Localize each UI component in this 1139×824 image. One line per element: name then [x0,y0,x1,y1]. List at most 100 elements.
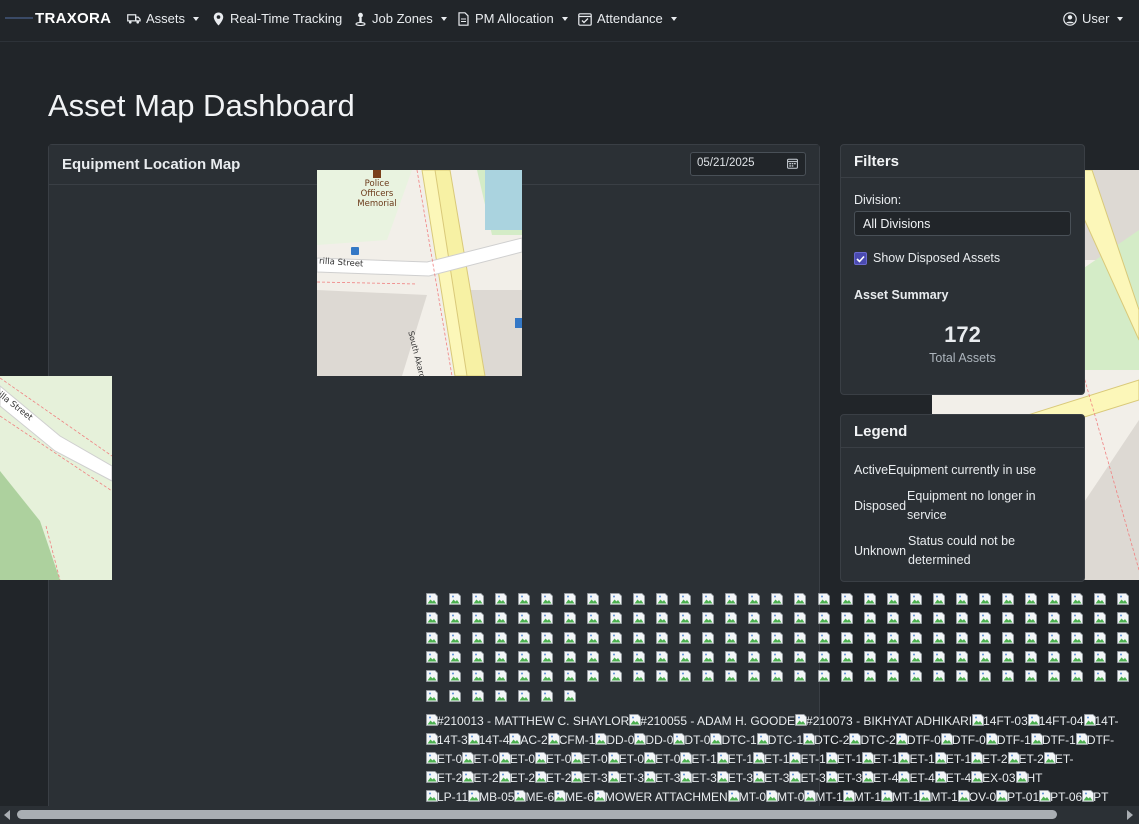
horizontal-scrollbar[interactable] [0,806,1139,824]
marker-label[interactable]: 14FT-04 [1039,714,1084,728]
date-picker-input[interactable]: 05/21/2025 [690,152,806,176]
marker-label[interactable]: DD-0 [645,733,673,747]
broken-image-icon[interactable] [656,669,668,682]
broken-image-icon[interactable] [541,650,553,663]
marker-label[interactable]: ET-4 [909,771,934,785]
scrollbar-thumb[interactable] [17,810,1057,819]
broken-image-icon[interactable] [818,669,830,682]
broken-image-icon[interactable] [794,650,806,663]
broken-image-icon[interactable] [979,669,991,682]
show-disposed-checkbox[interactable] [854,252,867,265]
broken-image-icon[interactable] [541,611,553,624]
marker-label[interactable]: ET-2 [473,771,498,785]
broken-image-icon[interactable] [956,669,968,682]
broken-image-icon[interactable] [449,669,461,682]
broken-image-icon[interactable] [1048,592,1060,605]
broken-image-icon[interactable] [702,650,714,663]
broken-image-icon[interactable] [1071,631,1083,644]
broken-image-icon[interactable] [633,650,645,663]
broken-image-icon[interactable] [1094,669,1106,682]
broken-image-icon[interactable] [564,689,576,702]
broken-image-icon[interactable] [656,592,668,605]
broken-image-icon[interactable] [1117,611,1129,624]
broken-image-icon[interactable] [426,689,438,702]
marker-label[interactable]: DTC-2 [814,733,849,747]
marker-label[interactable]: ET-0 [619,752,644,766]
broken-image-icon[interactable] [1025,592,1037,605]
broken-image-icon[interactable] [1071,650,1083,663]
marker-label[interactable]: ET-3 [800,771,825,785]
broken-image-icon[interactable] [933,669,945,682]
broken-image-icon[interactable] [1071,669,1083,682]
broken-image-icon[interactable] [679,631,691,644]
broken-image-icon[interactable] [495,689,507,702]
broken-image-icon[interactable] [725,611,737,624]
broken-image-icon[interactable] [771,669,783,682]
broken-image-icon[interactable] [564,611,576,624]
marker-label[interactable]: ET-3 [619,771,644,785]
marker-label[interactable]: ET-3 [837,771,862,785]
marker-label[interactable]: ET-0 [582,752,607,766]
marker-label[interactable]: MT-0 [739,790,766,804]
broken-image-icon[interactable] [725,631,737,644]
marker-label[interactable]: ET-1 [873,752,898,766]
marker-label[interactable]: ET-3 [764,771,789,785]
broken-image-icon[interactable] [1071,592,1083,605]
broken-image-icon[interactable] [656,650,668,663]
broken-image-icon[interactable] [841,611,853,624]
broken-image-icon[interactable] [610,631,622,644]
broken-image-icon[interactable] [1025,669,1037,682]
broken-image-icon[interactable] [864,592,876,605]
broken-image-icon[interactable] [1002,631,1014,644]
marker-label[interactable]: ET-2 [437,771,462,785]
marker-label[interactable]: ET-3 [582,771,607,785]
broken-image-icon[interactable] [541,592,553,605]
marker-label[interactable]: DD-0 [606,733,634,747]
broken-image-icon[interactable] [518,592,530,605]
broken-image-icon[interactable] [1117,631,1129,644]
marker-label[interactable]: DTF-1 [997,733,1031,747]
broken-image-icon[interactable] [818,650,830,663]
broken-image-icon[interactable] [748,631,760,644]
broken-image-icon[interactable] [633,592,645,605]
broken-image-icon[interactable] [841,631,853,644]
marker-label[interactable]: ET-0 [510,752,535,766]
broken-image-icon[interactable] [818,592,830,605]
broken-image-icon[interactable] [979,650,991,663]
calendar-icon[interactable] [787,158,798,172]
marker-label[interactable]: ET-1 [800,752,825,766]
broken-image-icon[interactable] [864,669,876,682]
broken-image-icon[interactable] [564,592,576,605]
broken-image-icon[interactable] [426,650,438,663]
broken-image-icon[interactable] [910,631,922,644]
broken-image-icon[interactable] [1094,650,1106,663]
broken-image-icon[interactable] [841,650,853,663]
broken-image-icon[interactable] [587,669,599,682]
broken-image-icon[interactable] [1002,592,1014,605]
broken-image-icon[interactable] [564,669,576,682]
marker-label[interactable]: PT [1093,790,1108,804]
broken-image-icon[interactable] [956,592,968,605]
broken-image-icon[interactable] [771,611,783,624]
marker-label[interactable]: ET- [1055,752,1074,766]
broken-image-icon[interactable] [748,650,760,663]
broken-image-icon[interactable] [841,669,853,682]
marker-label[interactable]: LP-11 [437,790,468,804]
broken-image-icon[interactable] [1094,592,1106,605]
broken-image-icon[interactable] [1048,669,1060,682]
broken-image-icon[interactable] [887,592,899,605]
broken-image-icon[interactable] [956,650,968,663]
broken-image-icon[interactable] [1048,611,1060,624]
broken-image-icon[interactable] [933,592,945,605]
marker-label[interactable]: OV-0 [969,790,996,804]
marker-label[interactable]: DTF-0 [952,733,986,747]
broken-image-icon[interactable] [748,669,760,682]
broken-image-icon[interactable] [1002,650,1014,663]
marker-label[interactable]: MT-1 [815,790,842,804]
marker-label[interactable]: 14T-4 [479,733,510,747]
marker-label[interactable]: ET-1 [764,752,789,766]
marker-label[interactable]: ET-2 [982,752,1007,766]
marker-label[interactable]: MB-05 [479,790,514,804]
broken-image-icon[interactable] [495,669,507,682]
marker-label[interactable]: #210055 - ADAM H. GOODE [640,714,795,728]
